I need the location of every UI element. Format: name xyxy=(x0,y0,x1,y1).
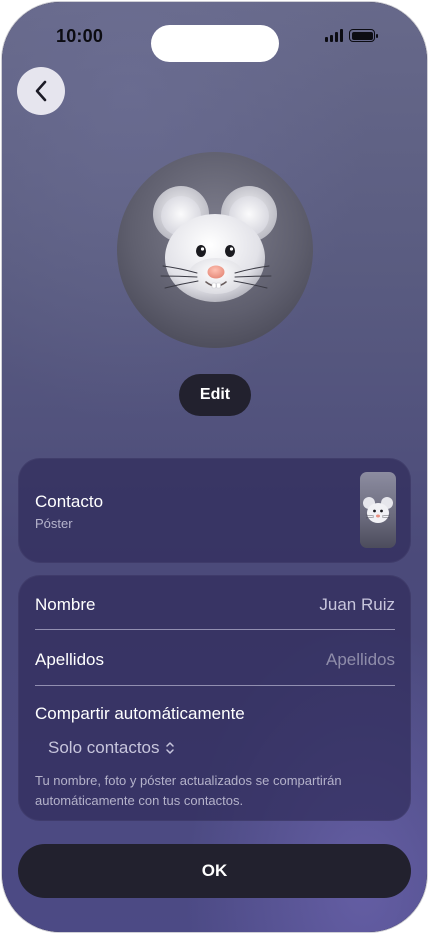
poster-title: Contacto xyxy=(35,492,104,511)
contact-poster-card[interactable]: Contacto Póster xyxy=(18,458,411,563)
chevron-up-down-icon xyxy=(165,742,174,754)
divider xyxy=(35,685,395,686)
screen: 10:00 Edit Contacto Póster Nombre Juan R… xyxy=(2,2,427,932)
auto-share-selected-value: Solo contactos xyxy=(48,738,160,757)
divider xyxy=(35,629,395,630)
first-name-label: Nombre xyxy=(35,595,96,614)
dynamic-island xyxy=(151,25,279,62)
last-name-field[interactable]: Apellidos xyxy=(326,650,395,670)
mouse-memoji-icon xyxy=(153,186,277,302)
ok-button[interactable]: OK xyxy=(18,844,411,898)
contact-avatar[interactable] xyxy=(117,152,313,348)
auto-share-select[interactable]: Solo contactos xyxy=(48,738,175,758)
back-button[interactable] xyxy=(17,67,65,115)
cellular-signal-icon xyxy=(325,29,343,42)
last-name-label: Apellidos xyxy=(35,650,104,669)
poster-thumbnail[interactable] xyxy=(360,472,396,548)
poster-subtitle: Póster xyxy=(35,516,73,531)
auto-share-footnote: Tu nombre, foto y póster actualizados se… xyxy=(35,773,342,808)
mouse-memoji-poster-icon xyxy=(363,497,393,523)
phone-frame: 10:00 Edit Contacto Póster Nombre Juan R… xyxy=(2,2,427,932)
first-name-field[interactable]: Juan Ruiz xyxy=(319,595,395,615)
contact-fields-card: Nombre Juan Ruiz Apellidos Apellidos Com… xyxy=(18,575,411,821)
battery-icon xyxy=(349,29,378,42)
edit-button[interactable]: Edit xyxy=(179,374,251,416)
chevron-left-icon xyxy=(35,80,47,102)
auto-share-label: Compartir automáticamente xyxy=(35,704,245,723)
status-time: 10:00 xyxy=(56,26,104,46)
status-icons xyxy=(325,29,378,42)
